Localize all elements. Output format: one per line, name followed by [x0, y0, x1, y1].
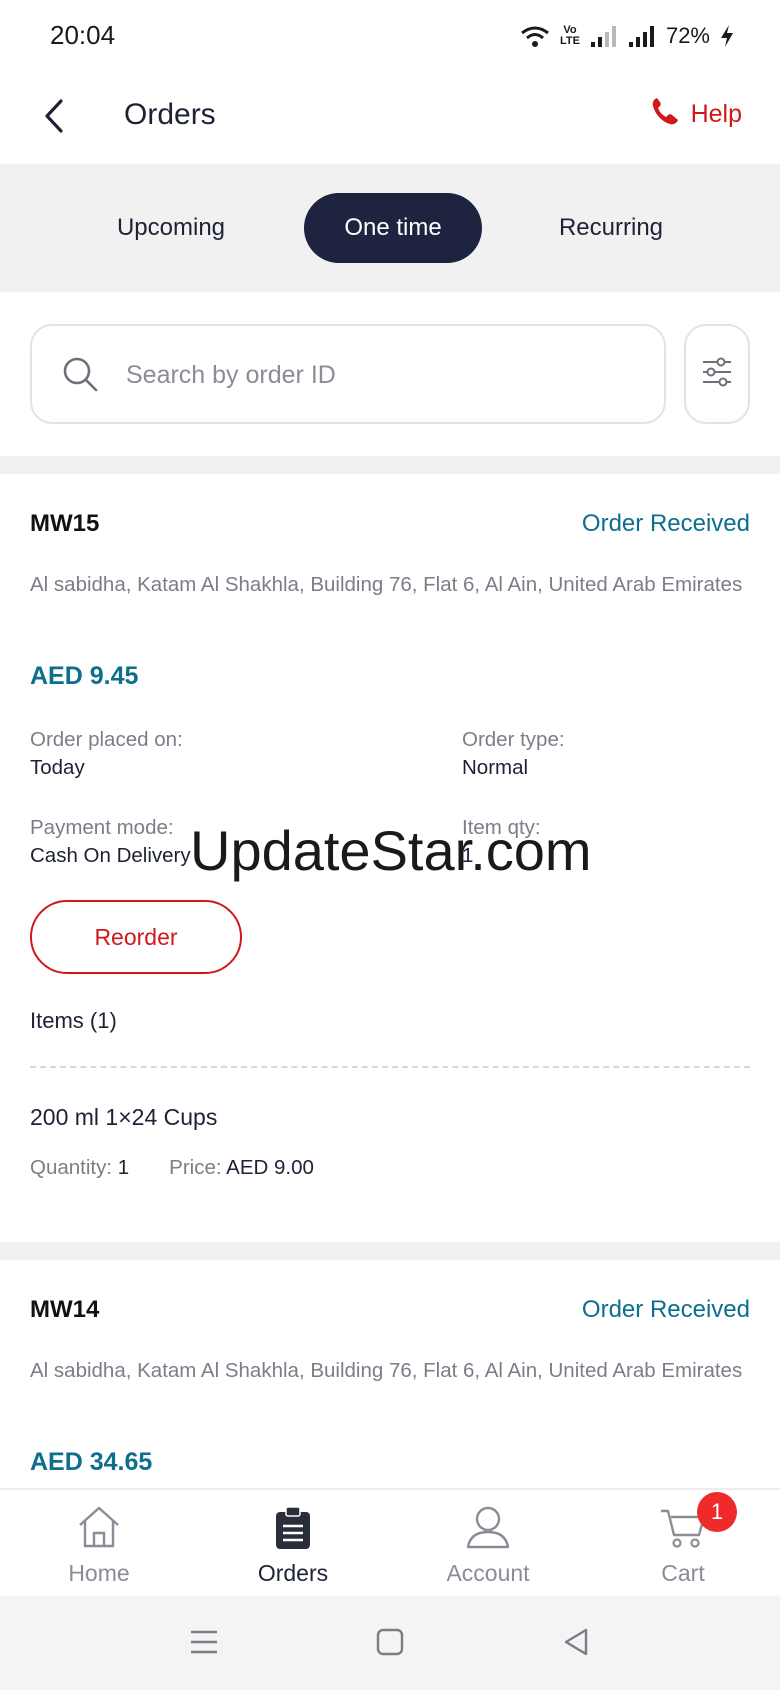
app-header: Orders Help [0, 72, 780, 164]
search-icon [62, 356, 100, 399]
payment-mode-label: Payment mode: [30, 816, 174, 839]
search-input[interactable] [126, 354, 626, 396]
home-icon [76, 1500, 122, 1554]
filter-sliders-icon [701, 356, 733, 393]
recent-apps-button[interactable] [182, 1622, 226, 1666]
order-type-tabs: Upcoming One time Recurring [0, 164, 780, 292]
item-qty-value: 1 [462, 844, 474, 867]
help-label: Help [690, 100, 742, 128]
order-id: MW14 [30, 1296, 100, 1323]
signal-strong-icon [628, 24, 656, 48]
item-quantity-value: 1 [117, 1156, 130, 1179]
signal-weak-icon [590, 24, 618, 48]
payment-mode-value: Cash On Delivery [30, 844, 191, 867]
filter-button[interactable] [684, 324, 750, 424]
section-divider [0, 1242, 780, 1260]
item-meta: Quantity: 1 Price: AED 9.00 [30, 1156, 314, 1180]
nav-orders[interactable]: Orders [218, 1500, 368, 1594]
user-icon [465, 1500, 511, 1554]
nav-home[interactable]: Home [24, 1500, 174, 1594]
help-button[interactable]: Help [651, 96, 742, 133]
nav-account[interactable]: Account [413, 1500, 563, 1594]
charging-icon [720, 24, 734, 48]
item-name: 200 ml 1×24 Cups [30, 1104, 218, 1130]
order-placed-value: Today [30, 756, 85, 779]
status-time: 20:04 [50, 20, 116, 50]
volte-line2: LTE [559, 35, 580, 47]
item-qty-label: Item qty: [462, 816, 541, 839]
nav-account-label: Account [446, 1560, 530, 1586]
back-button[interactable] [30, 94, 78, 142]
back-system-button[interactable] [554, 1622, 598, 1666]
order-address: Al sabidha, Katam Al Shakhla, Building 7… [30, 573, 743, 596]
order-card[interactable]: MW14 Order Received Al sabidha, Katam Al… [0, 1260, 780, 1488]
status-icons: Vo LTE 72% [520, 20, 734, 52]
tab-upcoming[interactable]: Upcoming [90, 193, 252, 263]
status-bar: 20:04 Vo LTE 72% [0, 0, 780, 72]
reorder-button[interactable]: Reorder [30, 900, 242, 974]
order-card[interactable]: MW15 Order Received Al sabidha, Katam Al… [0, 474, 780, 1242]
order-total: AED 34.65 [30, 1448, 153, 1476]
item-price-label: Price: [169, 1156, 222, 1179]
volte-icon: Vo LTE [560, 25, 580, 47]
cart-icon: 1 [659, 1492, 737, 1554]
order-type-value: Normal [462, 756, 529, 779]
order-status: Order Received [581, 1296, 750, 1323]
order-status: Order Received [581, 510, 750, 537]
page-title: Orders [124, 98, 216, 131]
items-divider [30, 1066, 750, 1068]
phone-icon [651, 96, 679, 133]
triangle-back-icon [562, 1627, 590, 1662]
nav-cart[interactable]: 1 Cart [608, 1492, 758, 1594]
nav-cart-label: Cart [661, 1560, 705, 1586]
tab-one-time[interactable]: One time [304, 193, 482, 263]
item-price-value: AED 9.00 [226, 1156, 314, 1179]
clipboard-icon [274, 1500, 312, 1554]
chevron-left-icon [42, 98, 66, 139]
item-price: Price: AED 9.00 [169, 1156, 314, 1180]
item-quantity: Quantity: 1 [30, 1156, 129, 1180]
nav-home-label: Home [68, 1560, 130, 1586]
bottom-nav: Home Orders Account 1 Cart [0, 1488, 780, 1596]
order-id: MW15 [30, 510, 100, 537]
tab-recurring[interactable]: Recurring [530, 193, 692, 263]
search-box [30, 324, 666, 424]
order-total: AED 9.45 [30, 662, 139, 690]
wifi-icon [520, 24, 550, 48]
order-placed-label: Order placed on: [30, 728, 183, 751]
menu-lines-icon [189, 1628, 219, 1661]
square-icon [376, 1628, 404, 1661]
order-address: Al sabidha, Katam Al Shakhla, Building 7… [30, 1359, 743, 1382]
item-quantity-label: Quantity: [30, 1156, 113, 1179]
items-heading: Items (1) [30, 1008, 117, 1033]
home-system-button[interactable] [368, 1622, 412, 1666]
battery-percent: 72% [665, 23, 710, 48]
system-nav-bar [0, 1596, 780, 1690]
section-divider [0, 456, 780, 474]
order-type-label: Order type: [462, 728, 565, 751]
nav-orders-label: Orders [257, 1560, 329, 1586]
cart-badge: 1 [697, 1492, 737, 1532]
